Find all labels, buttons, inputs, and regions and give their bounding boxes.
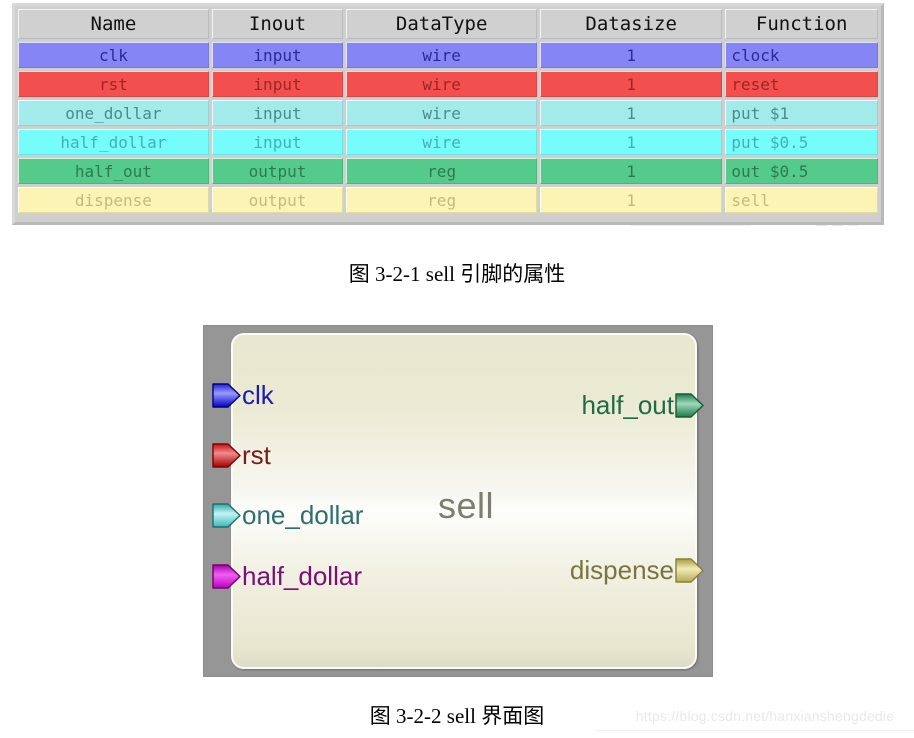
- port-label-half-dollar: half_dollar: [242, 561, 362, 591]
- cell-inout: input: [211, 42, 344, 68]
- port-label-one-dollar: one_dollar: [242, 500, 364, 530]
- table-row: rst input wire 1 reset: [18, 71, 878, 97]
- cell-function: put $1: [725, 100, 878, 126]
- sell-symbol-diagram: sell clk rst one_dollar half_dollar half…: [203, 325, 713, 677]
- table-row: half_dollar input wire 1 put $0.5: [18, 129, 878, 155]
- cell-datasize: 1: [540, 129, 723, 155]
- port-label-dispense: dispense: [569, 555, 674, 585]
- table-header-row: Name Inout DataType Datasize Function: [18, 9, 878, 39]
- cell-function: clock: [725, 42, 878, 68]
- column-header-datasize: Datasize: [540, 9, 723, 39]
- input-port-arrow-icon: [212, 502, 241, 528]
- cell-datatype: wire: [346, 42, 538, 68]
- port-label-half-out: half_out: [581, 390, 674, 420]
- table-row: one_dollar input wire 1 put $1: [18, 100, 878, 126]
- port-dispense: dispense: [570, 553, 705, 587]
- pin-attribute-table: Name Inout DataType Datasize Function cl…: [12, 3, 884, 225]
- cell-name: half_dollar: [18, 129, 209, 155]
- output-port-arrow-icon: [675, 557, 704, 583]
- cell-function: reset: [725, 71, 878, 97]
- cell-name: rst: [18, 71, 209, 97]
- cell-name: clk: [18, 42, 209, 68]
- cell-inout: input: [211, 71, 344, 97]
- port-one-dollar: one_dollar: [211, 498, 363, 532]
- port-half-out: half_out: [581, 388, 705, 422]
- cell-inout: output: [211, 187, 344, 213]
- table-row: clk input wire 1 clock: [18, 42, 878, 68]
- table-row: half_out output reg 1 out $0.5: [18, 158, 878, 184]
- column-header-datatype: DataType: [346, 9, 538, 39]
- port-half-dollar: half_dollar: [211, 559, 362, 593]
- cell-name: half_out: [18, 158, 209, 184]
- port-label-clk: clk: [242, 380, 274, 410]
- cell-function: sell: [725, 187, 878, 213]
- table-row: dispense output reg 1 sell: [18, 187, 878, 213]
- input-port-arrow-icon: [212, 563, 241, 589]
- watermark-url: https://blog.csdn.net/hanxianshengdedie: [635, 708, 895, 724]
- port-rst: rst: [211, 438, 271, 472]
- cell-datasize: 1: [540, 100, 723, 126]
- cell-inout: input: [211, 129, 344, 155]
- cell-datasize: 1: [540, 187, 723, 213]
- bottom-divider: [596, 730, 914, 731]
- cell-function: out $0.5: [725, 158, 878, 184]
- column-header-function: Function: [725, 9, 878, 39]
- cell-datatype: wire: [346, 129, 538, 155]
- cell-name: dispense: [18, 187, 209, 213]
- cell-function: put $0.5: [725, 129, 878, 155]
- cell-datasize: 1: [540, 158, 723, 184]
- figure-caption-1: 图 3-2-1 sell 引脚的属性: [348, 262, 566, 286]
- cell-datasize: 1: [540, 42, 723, 68]
- cell-inout: input: [211, 100, 344, 126]
- input-port-arrow-icon: [212, 442, 241, 468]
- cell-inout: output: [211, 158, 344, 184]
- cell-datatype: wire: [346, 100, 538, 126]
- output-port-arrow-icon: [675, 392, 704, 418]
- input-port-arrow-icon: [212, 382, 241, 408]
- cell-datasize: 1: [540, 71, 723, 97]
- port-label-rst: rst: [242, 440, 271, 470]
- pin-table: Name Inout DataType Datasize Function cl…: [15, 6, 881, 216]
- cell-name: one_dollar: [18, 100, 209, 126]
- column-header-name: Name: [18, 9, 209, 39]
- cell-datatype: wire: [346, 71, 538, 97]
- column-header-inout: Inout: [211, 9, 344, 39]
- cell-datatype: reg: [346, 158, 538, 184]
- port-clk: clk: [211, 378, 274, 412]
- cell-datatype: reg: [346, 187, 538, 213]
